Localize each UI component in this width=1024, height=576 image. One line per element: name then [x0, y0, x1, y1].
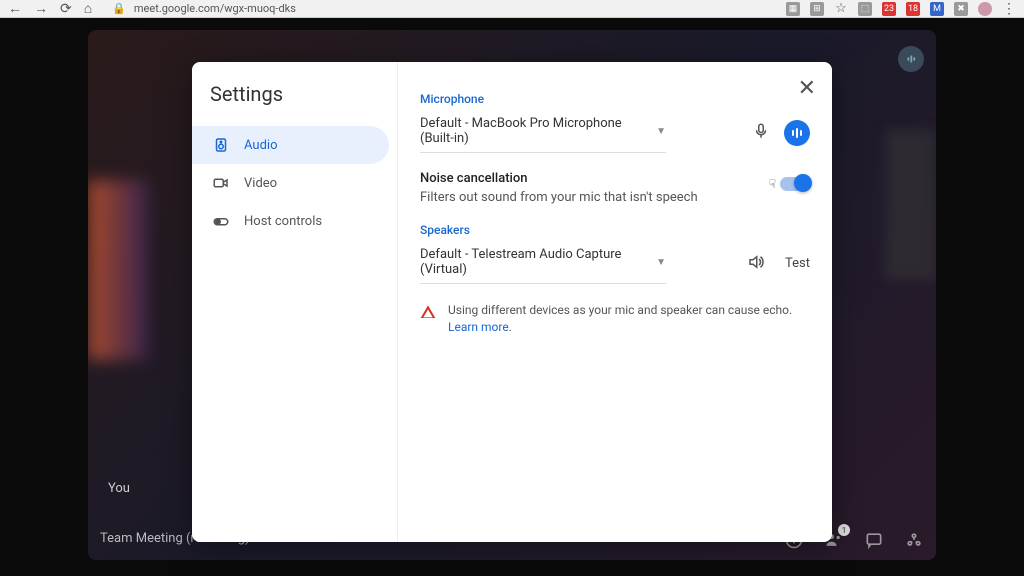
- speakers-dropdown[interactable]: Default - Telestream Audio Capture (Virt…: [420, 243, 666, 284]
- sidebar-item-host-controls[interactable]: Host controls: [192, 202, 389, 240]
- warning-icon: [420, 304, 436, 336]
- app-area: You Team Meeting (recording) 1 Settings …: [0, 18, 1024, 576]
- extension-icon[interactable]: ▦: [786, 2, 800, 16]
- microphone-icon: [752, 122, 770, 144]
- chat-icon[interactable]: [864, 530, 884, 550]
- extension-icon[interactable]: ⊞: [810, 2, 824, 16]
- extension-icon[interactable]: ⬚: [858, 2, 872, 16]
- bookmark-icon[interactable]: ☆: [834, 2, 848, 16]
- profile-avatar[interactable]: [978, 2, 992, 16]
- speakers-selected-value: Default - Telestream Audio Capture (Virt…: [420, 247, 656, 277]
- participants-count: 1: [838, 524, 850, 536]
- settings-title: Settings: [200, 82, 389, 126]
- settings-content: ✕ Microphone Default - MacBook Pro Micro…: [398, 62, 832, 542]
- audio-indicator-icon: [898, 46, 924, 72]
- speaker-icon: [747, 253, 765, 275]
- microphone-section-label: Microphone: [420, 92, 810, 106]
- speakers-section-label: Speakers: [420, 223, 810, 237]
- warning-text: Using different devices as your mic and …: [448, 303, 792, 317]
- cursor-icon: ☟: [769, 177, 776, 191]
- extension-icon[interactable]: ✖: [954, 2, 968, 16]
- sidebar-item-label: Audio: [244, 138, 277, 153]
- settings-modal: Settings Audio Video Host controls: [192, 62, 832, 542]
- self-video-label: You: [108, 481, 130, 496]
- sidebar-item-label: Host controls: [244, 214, 322, 229]
- noise-cancellation-toggle[interactable]: [780, 177, 810, 191]
- extension-icon[interactable]: 23: [882, 2, 896, 16]
- chevron-down-icon: ▼: [656, 126, 666, 137]
- mic-level-indicator: [784, 120, 810, 146]
- forward-button[interactable]: →: [34, 0, 48, 17]
- reload-button[interactable]: ⟳: [60, 1, 72, 17]
- sidebar-item-audio[interactable]: Audio: [192, 126, 389, 164]
- toggle-icon: [212, 212, 230, 230]
- echo-warning: Using different devices as your mic and …: [420, 302, 810, 336]
- browser-chrome: ← → ⟳ ⌂ 🔒 meet.google.com/wgx-muoq-dks ▦…: [0, 0, 1024, 18]
- extension-icon[interactable]: M: [930, 2, 944, 16]
- learn-more-link[interactable]: Learn more: [448, 320, 509, 334]
- settings-sidebar: Settings Audio Video Host controls: [192, 62, 398, 542]
- back-button[interactable]: ←: [8, 0, 22, 17]
- speaker-icon: [212, 136, 230, 154]
- video-icon: [212, 174, 230, 192]
- activities-icon[interactable]: [904, 530, 924, 550]
- noise-cancellation-label: Noise cancellation: [420, 171, 769, 186]
- url-text: meet.google.com/wgx-muoq-dks: [134, 2, 296, 15]
- extension-icon[interactable]: 18: [906, 2, 920, 16]
- sidebar-item-label: Video: [244, 176, 277, 191]
- noise-cancellation-desc: Filters out sound from your mic that isn…: [420, 190, 769, 205]
- chevron-down-icon: ▼: [656, 257, 666, 268]
- close-button[interactable]: ✕: [798, 76, 816, 101]
- microphone-selected-value: Default - MacBook Pro Microphone (Built-…: [420, 116, 656, 146]
- menu-button[interactable]: ⋮: [1002, 2, 1016, 16]
- url-bar[interactable]: 🔒 meet.google.com/wgx-muoq-dks: [112, 2, 296, 15]
- test-speakers-button[interactable]: Test: [785, 256, 810, 271]
- microphone-dropdown[interactable]: Default - MacBook Pro Microphone (Built-…: [420, 112, 666, 153]
- sidebar-item-video[interactable]: Video: [192, 164, 389, 202]
- lock-icon: 🔒: [112, 2, 126, 15]
- home-button[interactable]: ⌂: [84, 0, 92, 17]
